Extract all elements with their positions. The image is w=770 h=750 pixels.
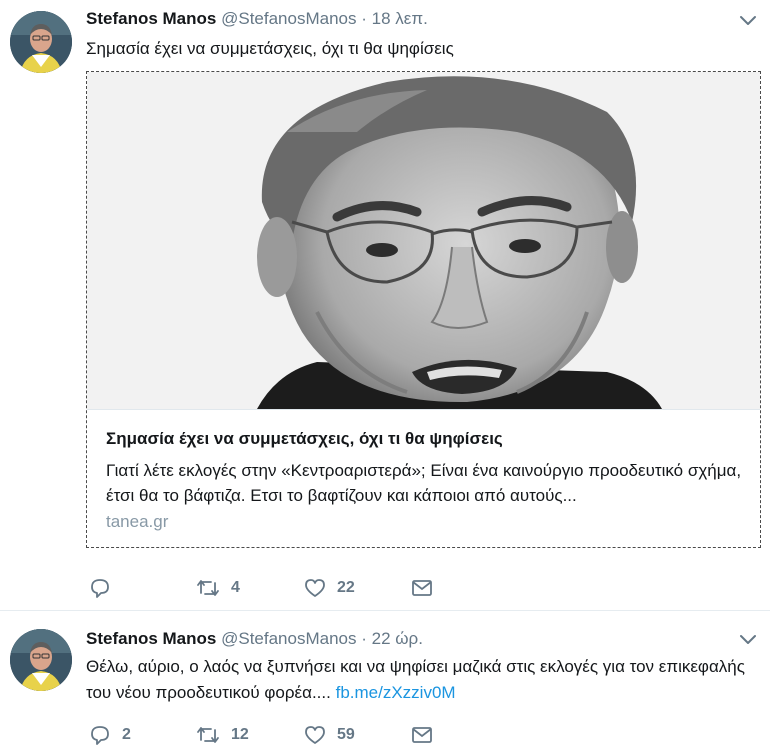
card-title: Σημασία έχει να συμμετάσχεις, όχι τι θα …: [106, 429, 503, 448]
tweet-header: Stefanos Manos @StefanosManos · 22 ώρ.: [86, 629, 423, 649]
reply-icon: [88, 724, 112, 746]
like-button[interactable]: 59: [303, 722, 355, 748]
like-count: 59: [337, 726, 355, 743]
retweet-button[interactable]: 4: [195, 575, 240, 601]
tweet-header: Stefanos Manos @StefanosManos · 18 λεπ.: [86, 9, 428, 29]
author-name[interactable]: Stefanos Manos: [86, 629, 216, 648]
like-icon: [303, 724, 327, 746]
tweet-text: Σημασία έχει να συμμετάσχεις, όχι τι θα …: [86, 39, 454, 58]
chevron-down-icon[interactable]: [738, 633, 758, 647]
card-body: Σημασία έχει να συμμετάσχεις, όχι τι θα …: [87, 409, 760, 547]
retweet-button[interactable]: 12: [195, 722, 249, 748]
chevron-down-icon[interactable]: [738, 14, 758, 28]
card-description: Γιατί λέτε εκλογές στην «Κεντροαριστερά»…: [106, 461, 742, 505]
like-button[interactable]: 22: [303, 575, 355, 601]
reply-button[interactable]: [88, 575, 122, 601]
reply-count: 2: [122, 726, 131, 743]
avatar[interactable]: [10, 629, 72, 691]
dm-icon: [410, 724, 434, 746]
author-handle[interactable]: @StefanosManos: [221, 629, 356, 648]
retweet-count: 12: [231, 726, 249, 743]
tweet-link[interactable]: fb.me/zXzziv0M: [336, 683, 456, 702]
separator: ·: [361, 9, 367, 28]
author-name[interactable]: Stefanos Manos: [86, 9, 216, 28]
tweet[interactable]: Stefanos Manos @StefanosManos · 18 λεπ. …: [0, 0, 770, 610]
reply-button[interactable]: 2: [88, 722, 131, 748]
tweet-time[interactable]: 22 ώρ.: [372, 629, 423, 648]
link-card[interactable]: Σημασία έχει να συμμετάσχεις, όχι τι θα …: [86, 71, 761, 548]
dm-button[interactable]: [410, 575, 434, 601]
card-domain: tanea.gr: [106, 512, 169, 531]
tweet-time[interactable]: 18 λεπ.: [372, 9, 428, 28]
avatar[interactable]: [10, 11, 72, 73]
card-image: [87, 72, 760, 409]
author-handle[interactable]: @StefanosManos: [221, 9, 356, 28]
tweet[interactable]: Stefanos Manos @StefanosManos · 22 ώρ. Θ…: [0, 610, 770, 750]
reply-icon: [88, 577, 112, 599]
retweet-icon: [195, 724, 221, 746]
like-count: 22: [337, 579, 355, 596]
like-icon: [303, 577, 327, 599]
separator: ·: [361, 629, 367, 648]
retweet-count: 4: [231, 579, 240, 596]
tweet-text: Θέλω, αύριο, ο λαός να ξυπνήσει και να ψ…: [86, 654, 756, 706]
dm-button[interactable]: [410, 722, 434, 748]
dm-icon: [410, 577, 434, 599]
retweet-icon: [195, 577, 221, 599]
